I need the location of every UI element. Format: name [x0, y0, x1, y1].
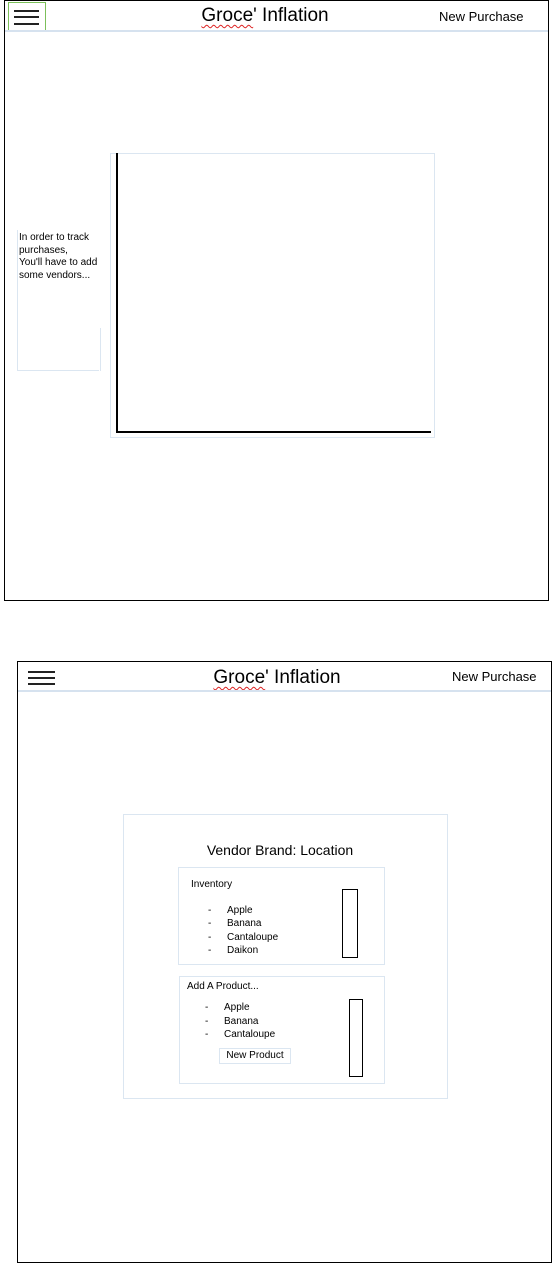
bullet: -	[208, 932, 212, 943]
empty-message-line: purchases,	[19, 244, 68, 256]
empty-message-line: some vendors...	[19, 269, 91, 281]
new-product-label: New Product	[226, 1050, 284, 1061]
app-title: Groce' Inflation	[201, 5, 328, 27]
hamburger-icon	[28, 671, 55, 673]
new-product-button[interactable]: New Product	[219, 1048, 291, 1064]
app-title: Groce' Inflation	[213, 667, 340, 689]
chart-x-axis	[116, 431, 431, 433]
inventory-item[interactable]: Banana	[227, 918, 261, 929]
add-product-scrollbar[interactable]	[349, 999, 363, 1077]
title-part: ' Inflation	[253, 5, 329, 26]
hamburger-icon	[14, 10, 39, 12]
hamburger-line	[14, 16, 39, 18]
bullet: -	[208, 918, 212, 929]
empty-message-line: You'll have to add	[19, 257, 98, 268]
new-purchase-button[interactable]: New Purchase	[439, 9, 524, 24]
inventory-scrollbar[interactable]	[342, 889, 358, 958]
bullet: -	[205, 1029, 209, 1040]
product-option[interactable]: Banana	[224, 1016, 258, 1027]
vendor-title: Vendor Brand: Location	[206, 842, 354, 858]
inventory-label: Inventory	[191, 879, 233, 890]
panel-edge	[99, 328, 101, 371]
title-part: Groce	[213, 667, 266, 688]
product-option[interactable]: Apple	[224, 1002, 250, 1013]
hamburger-line	[28, 677, 55, 679]
bullet: -	[208, 945, 212, 956]
hamburger-line	[14, 23, 39, 25]
empty-vendors-panel: In order to track purchases, You'll have…	[17, 230, 101, 371]
inventory-item[interactable]: Cantaloupe	[227, 932, 278, 943]
menu-button[interactable]	[8, 2, 46, 32]
title-part: Groce	[201, 5, 254, 26]
header-divider	[5, 30, 548, 32]
inventory-item[interactable]: Apple	[227, 905, 253, 916]
menu-button[interactable]	[28, 670, 55, 688]
title-part: ' Inflation	[265, 667, 341, 688]
chart-y-axis	[116, 153, 118, 433]
add-product-label: Add A Product...	[187, 981, 259, 992]
empty-message-line: In order to track	[19, 232, 90, 243]
hamburger-line	[28, 683, 55, 685]
new-purchase-button[interactable]: New Purchase	[452, 669, 537, 684]
bullet: -	[205, 1002, 209, 1013]
chart-panel	[110, 153, 435, 438]
bullet: -	[208, 905, 212, 916]
inventory-item[interactable]: Daikon	[227, 945, 258, 956]
header-divider	[18, 690, 551, 692]
bullet: -	[205, 1016, 209, 1027]
product-option[interactable]: Cantaloupe	[224, 1029, 275, 1040]
